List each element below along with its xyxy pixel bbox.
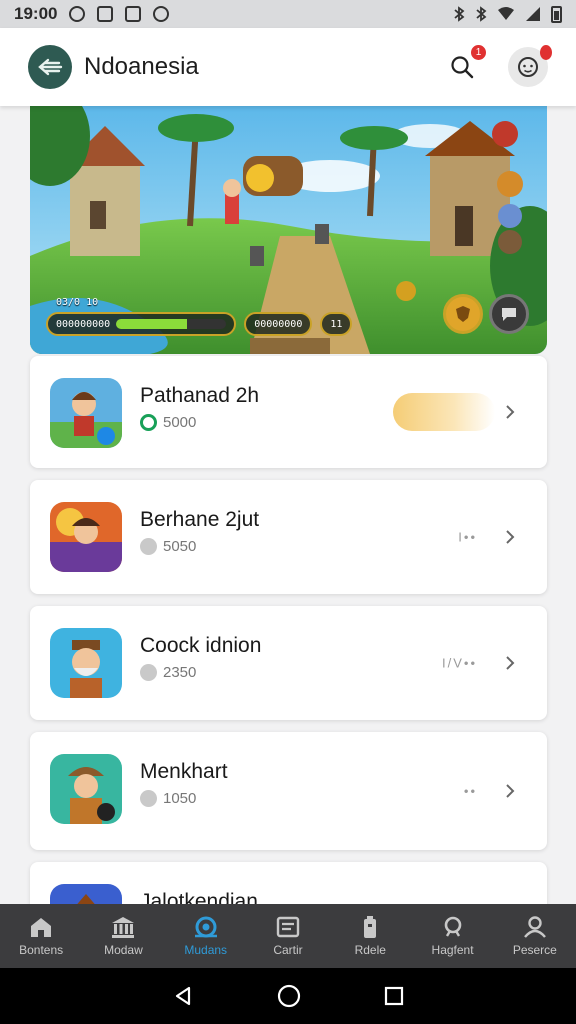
game-points-value: 5050 xyxy=(163,538,197,555)
search-icon xyxy=(444,916,461,937)
sync-icon xyxy=(153,6,170,22)
nav-item-peserce[interactable]: Peserce xyxy=(494,904,576,968)
search-button[interactable]: 1 xyxy=(442,45,486,87)
back-arrow-icon xyxy=(38,58,63,76)
signal-icon xyxy=(526,7,540,21)
person-icon xyxy=(523,916,546,938)
search-icon xyxy=(451,56,474,79)
game-points-value: 5000 xyxy=(163,414,197,431)
gallery-icon xyxy=(97,6,114,22)
game-banner[interactable]: 03/0 10 000000000 00000000 11 xyxy=(30,106,547,354)
game-hud: 000000000 00000000 11 xyxy=(46,312,353,336)
hud-resources-panel: 00000000 xyxy=(244,312,313,336)
chevron-right-icon[interactable] xyxy=(503,656,517,670)
search-badge: 1 xyxy=(471,45,486,60)
nav-label: Rdele xyxy=(354,943,386,957)
game-thumbnail xyxy=(50,502,122,572)
game-points-value: 1050 xyxy=(163,790,197,807)
nav-label: Cartir xyxy=(273,943,303,957)
coin-icon xyxy=(140,790,157,807)
header-actions: 1 xyxy=(442,45,552,87)
chevron-right-icon[interactable] xyxy=(503,784,517,798)
hud-coins-panel: 11 xyxy=(320,312,353,336)
home-icon xyxy=(31,918,52,937)
bank-icon xyxy=(112,917,135,938)
profile-button[interactable] xyxy=(508,45,552,87)
face-icon xyxy=(518,57,538,77)
nav-item-rdele[interactable]: Rdele xyxy=(329,904,411,968)
shield-button[interactable] xyxy=(443,294,483,334)
nav-label: Peserce xyxy=(512,943,557,957)
hud-stats: 03/0 10 xyxy=(56,297,99,308)
message-icon xyxy=(125,6,142,22)
back-icon[interactable] xyxy=(172,985,194,1007)
hud-label: 000000000 xyxy=(56,318,111,330)
app-logo[interactable] xyxy=(28,45,72,89)
game-card[interactable]: Berhane 2jut 5050 I•• xyxy=(30,480,547,594)
coin-icon xyxy=(140,538,157,555)
system-navigation-bar xyxy=(0,968,576,1024)
game-title: Pathanad 2h xyxy=(140,384,260,407)
nav-label: Hagfent xyxy=(431,943,474,957)
game-title: Berhane 2jut xyxy=(140,508,260,531)
game-card[interactable]: Pathanad 2h 5000 xyxy=(30,356,547,468)
hud-health-panel: 000000000 xyxy=(46,312,237,336)
game-title: Coock idnion xyxy=(140,634,262,657)
wallet-icon xyxy=(276,916,300,938)
game-thumbnail xyxy=(50,628,122,698)
bottom-navigation: Bontens Modaw Mudans Cartir Rdele Hagfen… xyxy=(0,904,576,968)
bluetooth-icon xyxy=(454,6,465,22)
game-points: 1050 xyxy=(140,790,196,807)
chevron-right-icon[interactable] xyxy=(503,530,517,544)
game-extra: I•• xyxy=(458,529,477,545)
nav-item-cartir[interactable]: Cartir xyxy=(247,904,329,968)
nav-label: Bontens xyxy=(19,943,64,957)
game-card[interactable]: Coock idnion 2350 I/V•• xyxy=(30,606,547,720)
hud-coins: 11 xyxy=(330,318,343,330)
coin-icon xyxy=(140,414,157,431)
game-card[interactable]: Menkhart 1050 •• xyxy=(30,732,547,850)
hud-resources: 00000000 xyxy=(254,318,303,330)
game-title: Menkhart xyxy=(140,760,228,783)
game-points-value: 2350 xyxy=(163,664,197,681)
nav-item-hagfent[interactable]: Hagfent xyxy=(411,904,493,968)
battery-icon xyxy=(364,916,377,938)
notification-icon xyxy=(69,6,86,22)
hud-health-fill xyxy=(116,319,187,329)
recents-icon[interactable] xyxy=(384,986,404,1006)
status-right-icons xyxy=(453,5,562,23)
app-header: Ndoanesia 1 xyxy=(0,28,576,106)
games-icon xyxy=(194,916,217,938)
chat-button[interactable] xyxy=(489,294,529,334)
nav-item-bontens[interactable]: Bontens xyxy=(0,904,82,968)
battery-icon xyxy=(551,5,562,23)
status-bar: 19:00 xyxy=(0,0,576,28)
chat-icon xyxy=(502,308,516,321)
game-thumbnail xyxy=(50,378,122,448)
chevron-right-icon[interactable] xyxy=(503,405,517,419)
home-circle-icon[interactable] xyxy=(277,984,301,1008)
game-extra: •• xyxy=(463,783,477,799)
profile-badge xyxy=(540,45,552,60)
app-title: Ndoanesia xyxy=(84,53,199,80)
nav-item-modaw[interactable]: Modaw xyxy=(82,904,164,968)
game-points: 5000 xyxy=(140,414,196,431)
game-points: 2350 xyxy=(140,664,196,681)
nav-label: Mudans xyxy=(184,943,228,957)
hud-health-bar xyxy=(116,319,227,329)
wifi-icon xyxy=(498,7,514,20)
game-thumbnail xyxy=(50,754,122,824)
game-points: 5050 xyxy=(140,538,196,555)
shield-icon xyxy=(456,306,470,322)
bluetooth-icon-2 xyxy=(476,6,487,22)
nav-label: Modaw xyxy=(104,943,143,957)
nav-item-mudans[interactable]: Mudans xyxy=(165,904,247,968)
status-time: 19:00 xyxy=(14,4,58,23)
coin-icon xyxy=(140,664,157,681)
game-extra: I/V•• xyxy=(442,655,477,671)
progress-pill xyxy=(393,393,495,431)
